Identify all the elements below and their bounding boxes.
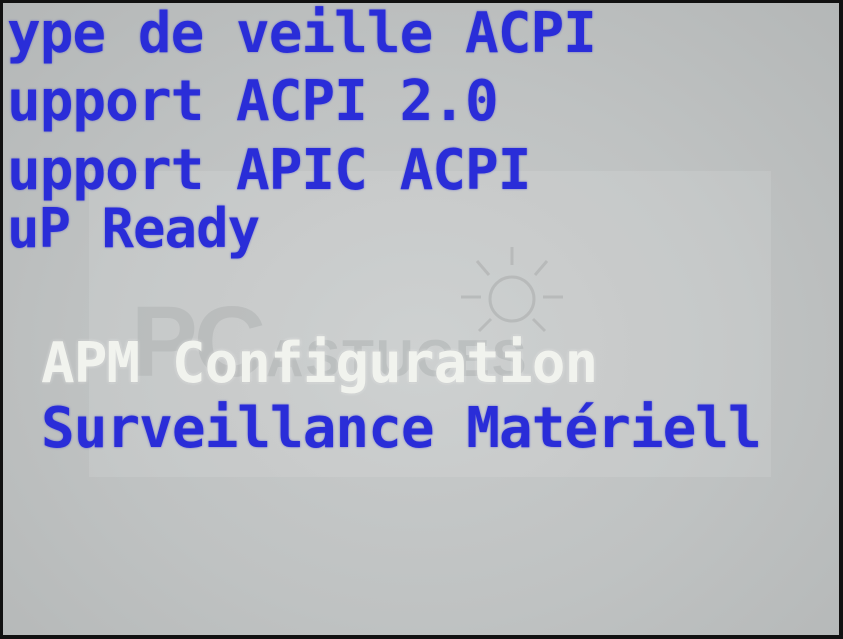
menu-item-up-ready[interactable]: uP Ready [7,197,260,260]
bios-menu: ype de veille ACPI upport ACPI 2.0 uppor… [3,3,839,635]
menu-item-apm-configuration[interactable]: APM Configuration [41,331,598,396]
menu-item-acpi-sleep-type[interactable]: ype de veille ACPI [7,3,597,66]
menu-item-hardware-monitoring[interactable]: Surveillance Matériell [41,396,762,461]
menu-item-apic-acpi-support[interactable]: upport APIC ACPI [7,138,531,203]
menu-item-acpi-2-support[interactable]: upport ACPI 2.0 [7,69,499,134]
screen-photo-frame: PCASTUCES ype de veille ACPI upport ACPI… [0,0,843,639]
